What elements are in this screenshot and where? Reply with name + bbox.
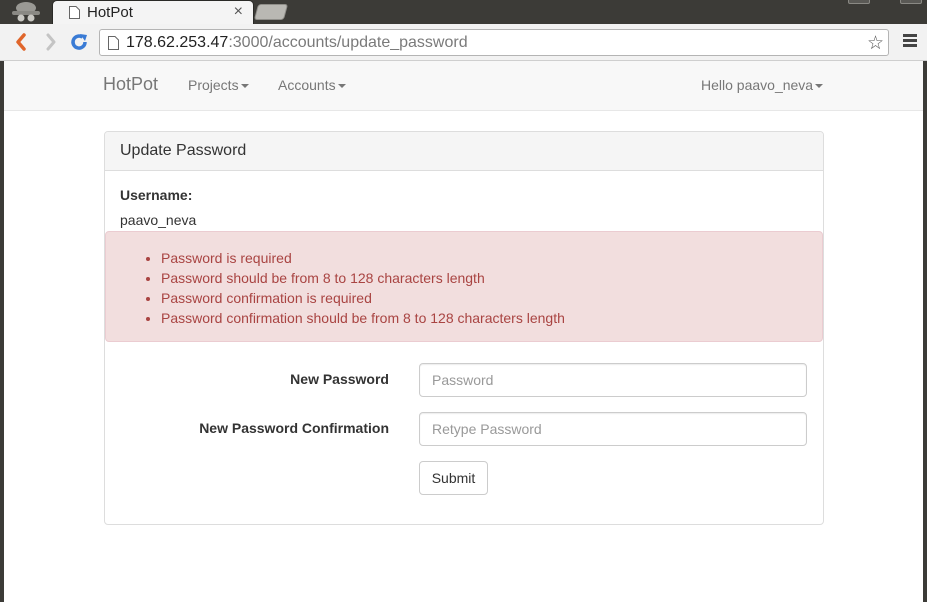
page-icon — [69, 6, 80, 19]
minimize-button[interactable] — [848, 0, 870, 4]
url-text: 178.62.253.47:3000/accounts/update_passw… — [126, 34, 468, 52]
browser-tab[interactable]: HotPot × — [52, 0, 254, 24]
reload-button[interactable] — [68, 32, 90, 52]
error-item: Password confirmation should be from 8 t… — [161, 308, 565, 328]
accounts-label: Accounts — [278, 77, 336, 93]
tab-title: HotPot — [87, 4, 133, 21]
caret-down-icon — [240, 84, 249, 89]
url-path: :3000/accounts/update_password — [228, 34, 468, 51]
forward-button[interactable] — [40, 32, 62, 52]
password-confirmation-label: New Password Confirmation — [199, 420, 389, 436]
new-password-input[interactable] — [419, 363, 807, 397]
error-item: Password is required — [161, 248, 565, 268]
projects-dropdown[interactable]: Projects — [188, 77, 249, 93]
incognito-icon — [12, 2, 40, 22]
username-label: Username: — [120, 187, 193, 203]
page-icon — [108, 36, 119, 50]
page-viewport: HotPot Projects Accounts Hello paavo_nev… — [4, 61, 923, 602]
window-frame-right — [923, 61, 927, 602]
user-dropdown[interactable]: Hello paavo_neva — [701, 77, 824, 93]
error-list: Password is required Password should be … — [161, 248, 565, 328]
tab-close-icon[interactable]: × — [234, 4, 243, 20]
caret-down-icon — [815, 84, 824, 89]
new-password-label: New Password — [290, 371, 389, 387]
caret-down-icon — [337, 84, 346, 89]
username-value: paavo_neva — [120, 212, 197, 228]
site-navbar: HotPot Projects Accounts Hello paavo_nev… — [4, 61, 923, 111]
projects-label: Projects — [188, 77, 239, 93]
error-item: Password should be from 8 to 128 charact… — [161, 268, 565, 288]
close-window-button[interactable] — [900, 0, 922, 4]
error-item: Password confirmation is required — [161, 288, 565, 308]
accounts-dropdown[interactable]: Accounts — [278, 77, 346, 93]
url-host: 178.62.253.47 — [126, 34, 229, 51]
reload-icon — [71, 34, 87, 50]
bookmark-star-icon[interactable]: ☆ — [867, 32, 884, 55]
submit-button[interactable]: Submit — [419, 461, 488, 495]
user-greeting: Hello paavo_neva — [701, 77, 814, 93]
update-password-panel: Update Password Username: paavo_neva Pas… — [104, 131, 824, 525]
tab-strip: HotPot × — [0, 0, 927, 24]
address-bar[interactable]: 178.62.253.47:3000/accounts/update_passw… — [99, 29, 889, 56]
new-tab-button[interactable] — [253, 4, 289, 20]
panel-title: Update Password — [105, 132, 823, 171]
back-arrow-icon — [16, 33, 26, 51]
forward-arrow-icon — [46, 33, 56, 51]
browser-toolbar: 178.62.253.47:3000/accounts/update_passw… — [0, 24, 927, 61]
back-button[interactable] — [10, 32, 32, 52]
brand-link[interactable]: HotPot — [103, 74, 158, 95]
error-alert: Password is required Password should be … — [105, 231, 823, 342]
password-confirmation-input[interactable] — [419, 412, 807, 446]
browser-menu-icon[interactable] — [903, 34, 917, 48]
